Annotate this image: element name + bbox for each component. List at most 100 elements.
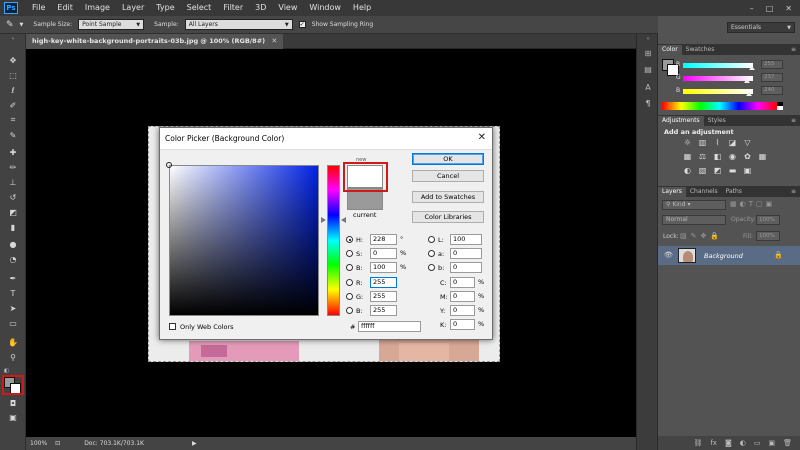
eyedropper-tool-icon[interactable]: ✎ bbox=[5, 129, 21, 141]
marquee-tool-icon[interactable]: ⬚ bbox=[5, 69, 21, 81]
type-tool-icon[interactable]: T bbox=[5, 287, 21, 299]
zoom-level[interactable]: 100% bbox=[30, 440, 47, 447]
tab-paths[interactable]: Paths bbox=[722, 187, 746, 197]
blend-mode-select[interactable]: Normal bbox=[662, 215, 726, 225]
field-k[interactable]: 0 bbox=[450, 319, 475, 330]
menu-select[interactable]: Select bbox=[181, 0, 218, 16]
status-menu-arrow-icon[interactable]: ▶ bbox=[192, 440, 197, 447]
slider-thumb[interactable] bbox=[743, 79, 750, 83]
field-g[interactable]: 255 bbox=[370, 291, 397, 302]
tool-preset-arrow-icon[interactable]: ▼ bbox=[20, 22, 24, 28]
exposure-icon[interactable]: ◪ bbox=[727, 138, 738, 147]
fill-field[interactable]: 100% bbox=[756, 231, 780, 241]
sample-select[interactable]: All Layers ▼ bbox=[184, 19, 293, 30]
hue-slider[interactable] bbox=[327, 165, 340, 316]
radio-g[interactable] bbox=[346, 293, 353, 300]
hex-field[interactable]: ffffff bbox=[358, 321, 421, 332]
radio-b[interactable] bbox=[346, 264, 353, 271]
hand-tool-icon[interactable]: ✋ bbox=[5, 336, 21, 348]
pen-tool-icon[interactable]: ✒ bbox=[5, 272, 21, 284]
slider-value[interactable]: 240 bbox=[761, 86, 783, 95]
radio-h[interactable] bbox=[346, 236, 353, 243]
healing-brush-tool-icon[interactable]: ✚ bbox=[5, 146, 21, 158]
tab-channels[interactable]: Channels bbox=[686, 187, 722, 197]
close-icon[interactable]: ✕ bbox=[478, 132, 486, 143]
layer-style-icon[interactable]: fx bbox=[710, 439, 717, 447]
workspace-select[interactable]: Essentials ▼ bbox=[727, 22, 795, 33]
radio-L[interactable] bbox=[428, 236, 435, 243]
slider-value[interactable]: 237 bbox=[761, 73, 783, 82]
radio-s[interactable] bbox=[346, 250, 353, 257]
ok-button[interactable]: OK bbox=[412, 153, 484, 165]
radio-r[interactable] bbox=[346, 279, 353, 286]
menu-view[interactable]: View bbox=[272, 0, 303, 16]
gradient-tool-icon[interactable]: ▮ bbox=[5, 221, 21, 233]
toolbox-collapse-icon[interactable]: » bbox=[5, 36, 21, 42]
invert-icon[interactable]: ◐ bbox=[682, 166, 693, 175]
blur-tool-icon[interactable]: ● bbox=[5, 238, 21, 250]
field-b[interactable]: 255 bbox=[370, 305, 397, 316]
field-lab-L[interactable]: 100 bbox=[450, 234, 482, 245]
layer-name[interactable]: Background bbox=[704, 252, 743, 260]
rectangle-tool-icon[interactable]: ▭ bbox=[5, 317, 21, 329]
brush-tool-icon[interactable]: ✏ bbox=[5, 161, 21, 173]
radio-b[interactable] bbox=[346, 307, 353, 314]
maximize-icon[interactable]: □ bbox=[766, 4, 774, 13]
zoom-reset-icon[interactable]: ⊡ bbox=[55, 440, 60, 447]
field-lab-b[interactable]: 0 bbox=[450, 262, 482, 273]
color-balance-icon[interactable]: ⚖ bbox=[697, 152, 708, 161]
menu-file[interactable]: File bbox=[26, 0, 51, 16]
slider-g[interactable]: G 237 bbox=[676, 73, 783, 83]
color-field-marker[interactable] bbox=[166, 162, 172, 168]
selective-color-icon[interactable]: ▣ bbox=[742, 166, 753, 175]
slider-value[interactable]: 255 bbox=[761, 60, 783, 69]
brightness-contrast-icon[interactable]: ☼ bbox=[682, 138, 693, 147]
tab-layers[interactable]: Layers bbox=[658, 187, 686, 197]
only-web-colors-checkbox[interactable] bbox=[169, 323, 176, 330]
tab-adjustments[interactable]: Adjustments bbox=[658, 116, 704, 126]
link-layers-icon[interactable]: ⛓ bbox=[693, 439, 702, 447]
field-s[interactable]: 0 bbox=[370, 248, 397, 259]
eye-icon[interactable]: 👁 bbox=[664, 251, 673, 259]
photo-filter-icon[interactable]: ◉ bbox=[727, 152, 738, 161]
levels-icon[interactable]: ▥ bbox=[697, 138, 708, 147]
color-ramp-white[interactable] bbox=[777, 106, 783, 110]
hue-arrow-left-icon[interactable] bbox=[321, 217, 326, 223]
lock-icons[interactable]: ▨✎✥🔒 bbox=[680, 232, 723, 240]
channel-mixer-icon[interactable]: ✿ bbox=[742, 152, 753, 161]
radio-a[interactable] bbox=[428, 250, 435, 257]
tab-swatches[interactable]: Swatches bbox=[682, 45, 719, 55]
layer-filter-icons[interactable]: ▦◐T▢▣ bbox=[730, 200, 775, 208]
panel-menu-icon[interactable]: ≡ bbox=[791, 45, 800, 55]
field-h[interactable]: 228 bbox=[370, 234, 397, 245]
field-y[interactable]: 0 bbox=[450, 305, 475, 316]
field-c[interactable]: 0 bbox=[450, 277, 475, 288]
gradient-map-icon[interactable]: ▬ bbox=[727, 166, 738, 175]
path-selection-tool-icon[interactable]: ➤ bbox=[5, 302, 21, 314]
sample-size-select[interactable]: Point Sample ▼ bbox=[78, 19, 145, 30]
field-m[interactable]: 0 bbox=[450, 291, 475, 302]
eyedropper-tool-icon[interactable]: ✎ bbox=[6, 20, 14, 30]
document-tab[interactable]: high-key-white-background-portraits-03b.… bbox=[26, 33, 284, 49]
close-icon[interactable]: ✕ bbox=[271, 37, 277, 45]
slider-thumb[interactable] bbox=[745, 92, 752, 96]
vibrance-icon[interactable]: ▽ bbox=[742, 138, 753, 147]
menu-window[interactable]: Window bbox=[303, 0, 347, 16]
menu-image[interactable]: Image bbox=[79, 0, 116, 16]
menu-layer[interactable]: Layer bbox=[116, 0, 150, 16]
zoom-tool-icon[interactable]: ⚲ bbox=[5, 351, 21, 363]
panel-menu-icon[interactable]: ≡ bbox=[791, 187, 800, 197]
paragraph-panel-icon[interactable]: ¶ bbox=[642, 98, 654, 108]
minimize-icon[interactable]: – bbox=[750, 4, 754, 13]
add-to-swatches-button[interactable]: Add to Swatches bbox=[412, 191, 484, 203]
slider-track[interactable] bbox=[683, 76, 753, 81]
menu-type[interactable]: Type bbox=[150, 0, 180, 16]
opacity-field[interactable]: 100% bbox=[756, 215, 780, 225]
quick-selection-tool-icon[interactable]: ✐ bbox=[5, 99, 21, 111]
character-panel-icon[interactable]: A bbox=[642, 82, 654, 92]
field-lab-a[interactable]: 0 bbox=[450, 248, 482, 259]
field-r[interactable]: 255 bbox=[370, 277, 397, 288]
move-tool-icon[interactable]: ✥ bbox=[5, 54, 21, 66]
screen-mode-icon[interactable]: ▣ bbox=[5, 411, 21, 423]
tab-styles[interactable]: Styles bbox=[704, 116, 730, 126]
